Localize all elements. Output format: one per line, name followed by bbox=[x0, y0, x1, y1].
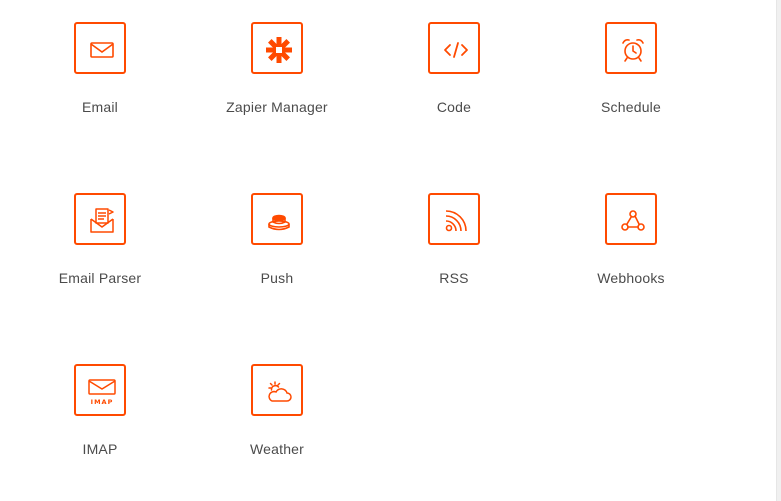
scrollbar[interactable] bbox=[776, 0, 781, 501]
app-label-imap: IMAP bbox=[82, 441, 118, 457]
rss-icon bbox=[445, 210, 467, 232]
email-parser-icon bbox=[90, 208, 114, 233]
app-tile-imap[interactable]: IMAP IMAP bbox=[25, 342, 175, 462]
app-label-weather: Weather bbox=[249, 441, 305, 457]
app-tile-email[interactable]: Email bbox=[25, 0, 175, 120]
rss-icon-box[interactable] bbox=[428, 193, 480, 245]
app-tile-rss[interactable]: RSS bbox=[379, 171, 529, 291]
schedule-icon-box[interactable] bbox=[605, 22, 657, 74]
webhooks-icon-box[interactable] bbox=[605, 193, 657, 245]
email-icon bbox=[90, 42, 114, 58]
app-tile-webhooks[interactable]: Webhooks bbox=[556, 171, 706, 291]
email-parser-icon-box[interactable] bbox=[74, 193, 126, 245]
app-tile-schedule[interactable]: Schedule bbox=[556, 0, 706, 120]
app-grid: Email Zapier Manager Code Schedule Email… bbox=[0, 0, 760, 501]
app-tile-code[interactable]: Code bbox=[379, 0, 529, 120]
imap-icon: IMAP bbox=[88, 379, 116, 406]
app-tile-push[interactable]: Push bbox=[202, 171, 352, 291]
alarm-clock-icon bbox=[622, 39, 644, 62]
code-icon-box[interactable] bbox=[428, 22, 480, 74]
imap-icon-text: IMAP bbox=[91, 398, 114, 406]
email-icon-box[interactable] bbox=[74, 22, 126, 74]
app-label-push: Push bbox=[260, 270, 294, 286]
imap-icon-box[interactable]: IMAP bbox=[74, 364, 126, 416]
app-label-schedule: Schedule bbox=[601, 99, 661, 115]
app-label-zapier-manager: Zapier Manager bbox=[226, 99, 328, 115]
code-icon bbox=[444, 42, 468, 58]
app-label-code: Code bbox=[436, 99, 472, 115]
app-tile-email-parser[interactable]: Email Parser bbox=[25, 171, 175, 291]
push-button-icon bbox=[268, 214, 290, 231]
app-label-email: Email bbox=[81, 99, 118, 115]
app-tile-weather[interactable]: Weather bbox=[202, 342, 352, 462]
app-label-rss: RSS bbox=[439, 270, 469, 286]
app-label-email-parser: Email Parser bbox=[58, 270, 142, 286]
push-icon-box[interactable] bbox=[251, 193, 303, 245]
app-tile-zapier-manager[interactable]: Zapier Manager bbox=[202, 0, 352, 120]
zapier-icon-box[interactable] bbox=[251, 22, 303, 74]
webhooks-icon bbox=[621, 210, 645, 231]
app-label-webhooks: Webhooks bbox=[597, 270, 665, 286]
weather-icon-box[interactable] bbox=[251, 364, 303, 416]
zapier-asterisk-icon bbox=[266, 37, 292, 63]
weather-icon bbox=[268, 381, 292, 402]
